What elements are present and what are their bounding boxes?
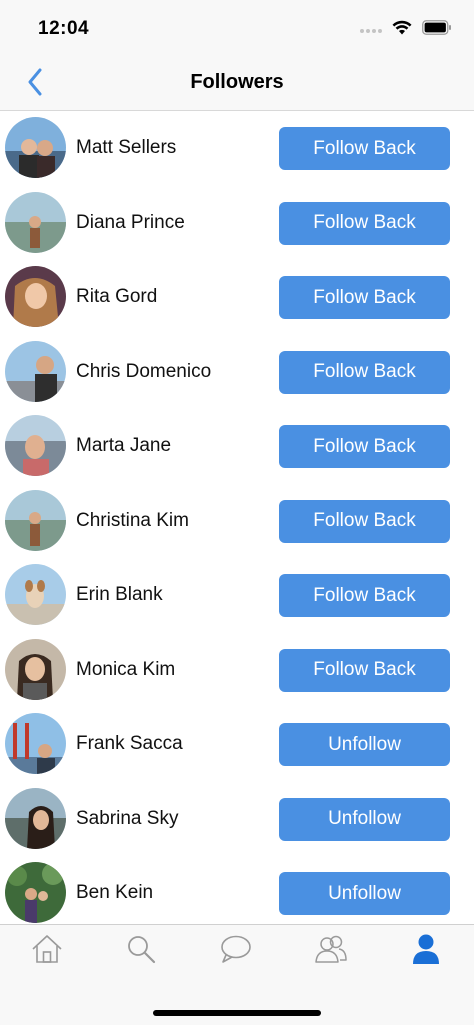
tab-search[interactable]	[121, 931, 161, 971]
chat-icon	[220, 934, 252, 969]
signal-icon	[360, 21, 382, 39]
list-item: Erin Blank Follow Back	[0, 558, 474, 633]
follower-name: Erin Blank	[76, 584, 163, 605]
avatar[interactable]	[5, 787, 66, 849]
follower-name: Frank Sacca	[76, 733, 183, 754]
follow-back-button[interactable]: Follow Back	[279, 648, 450, 692]
avatar[interactable]	[5, 862, 66, 923]
avatar[interactable]	[5, 340, 66, 402]
follower-name: Monica Kim	[76, 658, 176, 680]
unfollow-button[interactable]: Unfollow	[279, 872, 450, 915]
follower-name: Diana Prince	[76, 211, 185, 233]
people-icon	[314, 934, 348, 969]
tab-messages[interactable]	[216, 931, 256, 971]
follow-back-button[interactable]: Follow Back	[279, 499, 450, 543]
follower-name: Chris Domenico	[76, 360, 212, 382]
list-item: Chris Domenico Follow Back	[0, 335, 474, 410]
followers-screen: 12:04 Followers Matt Sellers Follow Back…	[0, 0, 474, 1025]
tab-people[interactable]	[311, 931, 351, 971]
home-indicator	[153, 1010, 321, 1016]
unfollow-button[interactable]: Unfollow	[279, 723, 450, 766]
list-item: Christina Kim Follow Back	[0, 484, 474, 559]
follower-name: Rita Gord	[76, 286, 158, 307]
avatar[interactable]	[5, 117, 66, 178]
follower-name: Sabrina Sky	[76, 807, 179, 829]
status-bar: 12:04	[0, 0, 474, 58]
follower-name: Christina Kim	[76, 509, 189, 531]
battery-icon	[422, 20, 452, 40]
follower-name: Matt Sellers	[76, 137, 177, 158]
follower-name: Ben Kein	[76, 882, 154, 903]
tab-home[interactable]	[27, 931, 67, 971]
page-title: Followers	[190, 71, 284, 93]
wifi-icon	[392, 20, 412, 40]
list-item: Diana Prince Follow Back	[0, 186, 474, 261]
list-item: Matt Sellers Follow Back	[0, 111, 474, 186]
follow-back-button[interactable]: Follow Back	[279, 425, 450, 468]
list-item: Sabrina Sky Unfollow	[0, 782, 474, 857]
list-item: Marta Jane Follow Back	[0, 409, 474, 484]
follow-back-button[interactable]: Follow Back	[279, 574, 450, 617]
status-time: 12:04	[38, 18, 90, 39]
navigation-bar: Followers	[0, 58, 474, 111]
avatar[interactable]	[5, 191, 66, 253]
avatar[interactable]	[5, 713, 66, 774]
list-item: Rita Gord Follow Back	[0, 260, 474, 335]
list-item: Frank Sacca Unfollow	[0, 707, 474, 782]
unfollow-button[interactable]: Unfollow	[279, 797, 450, 841]
follow-back-button[interactable]: Follow Back	[279, 350, 450, 394]
follow-back-button[interactable]: Follow Back	[279, 201, 450, 245]
tab-profile[interactable]	[406, 931, 446, 971]
list-item: Monica Kim Follow Back	[0, 633, 474, 708]
avatar[interactable]	[5, 266, 66, 327]
follow-back-button[interactable]: Follow Back	[279, 127, 450, 170]
avatar[interactable]	[5, 415, 66, 476]
search-icon	[126, 934, 156, 969]
avatar[interactable]	[5, 564, 66, 625]
avatar[interactable]	[5, 638, 66, 700]
list-item: Ben Kein Unfollow	[0, 856, 474, 924]
tab-bar	[0, 924, 474, 1025]
profile-icon	[412, 933, 440, 970]
follow-back-button[interactable]: Follow Back	[279, 276, 450, 319]
avatar[interactable]	[5, 489, 66, 551]
followers-list[interactable]: Matt Sellers Follow Back Diana Prince Fo…	[0, 111, 474, 924]
status-icons	[360, 20, 452, 40]
follower-name: Marta Jane	[76, 435, 172, 456]
home-icon	[31, 934, 63, 969]
